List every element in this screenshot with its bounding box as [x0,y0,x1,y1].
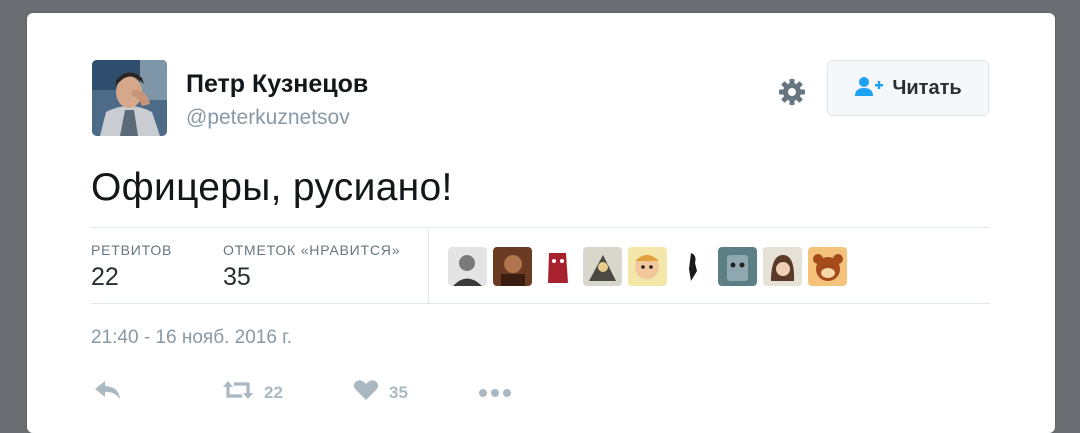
liker-avatar[interactable] [673,247,712,286]
follow-button-label: Читать [892,76,962,99]
follow-button[interactable]: Читать [827,60,989,116]
retweets-label[interactable]: РЕТВИТОВ [91,242,172,258]
retweet-button[interactable]: 22 [222,379,283,406]
liker-avatar[interactable] [538,247,577,286]
liker-avatar[interactable] [493,247,532,286]
more-icon [478,385,512,403]
liker-avatar[interactable] [808,247,847,286]
liker-avatar[interactable] [448,247,487,286]
liker-avatar[interactable] [583,247,622,286]
author-name[interactable]: Петр Кузнецов [186,70,368,99]
liker-avatars [448,247,847,287]
tweet-card: Петр Кузнецов @peterkuznetsov Читать Офи… [27,13,1055,433]
likes-label[interactable]: ОТМЕТОК «НРАВИТСЯ» [223,242,400,258]
author-handle[interactable]: @peterkuznetsov [186,106,350,130]
divider [91,303,990,304]
reply-button[interactable] [94,379,122,406]
more-button[interactable] [478,385,512,403]
retweet-action-count: 22 [264,382,283,402]
gear-icon[interactable] [776,76,808,108]
liker-avatar[interactable] [763,247,802,286]
tweet-timestamp[interactable]: 21:40 - 16 нояб. 2016 г. [91,327,292,349]
liker-avatar[interactable] [718,247,757,286]
reply-icon [94,379,122,406]
author-avatar[interactable] [92,60,167,136]
add-user-icon [854,75,884,102]
likes-count[interactable]: 35 [223,263,251,292]
tweet-text: Офицеры, русиано! [91,166,453,209]
retweets-count[interactable]: 22 [91,263,119,292]
heart-icon [353,379,379,406]
like-action-count: 35 [389,382,408,402]
liker-avatar[interactable] [628,247,667,286]
divider [91,227,990,228]
divider [428,228,429,303]
retweet-icon [222,379,254,406]
like-button[interactable]: 35 [353,379,408,406]
